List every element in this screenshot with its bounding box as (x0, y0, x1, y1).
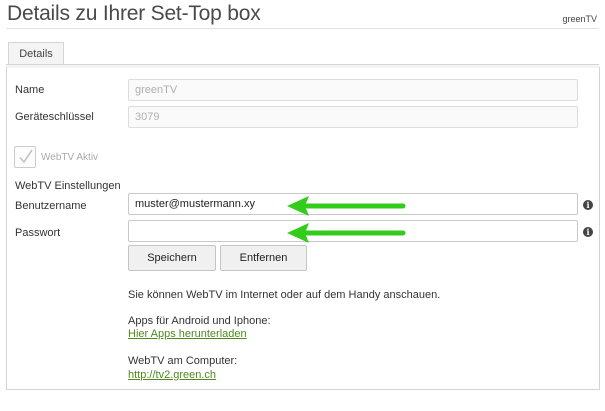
device-key-field[interactable] (128, 106, 578, 128)
computer-info-text: WebTV am Computer: (128, 355, 238, 367)
save-button[interactable]: Speichern (128, 245, 216, 271)
tab-details[interactable]: Details (8, 42, 64, 66)
apps-info-text: Apps für Android und Iphone: (128, 315, 271, 327)
checkmark-icon (19, 149, 33, 164)
watch-info-text: Sie können WebTV im Internet oder auf de… (128, 289, 441, 301)
info-icon[interactable]: i (583, 200, 593, 210)
webtv-active-checkbox[interactable] (14, 146, 36, 168)
computer-url-link[interactable]: http://tv2.green.ch (128, 369, 216, 381)
arrow-left-icon (287, 223, 406, 243)
webtv-settings-heading: WebTV Einstellungen (15, 180, 121, 192)
name-field[interactable] (128, 79, 578, 101)
remove-button[interactable]: Entfernen (220, 245, 307, 271)
name-label: Name (15, 84, 45, 96)
apps-download-link[interactable]: Hier Apps herunterladen (128, 328, 247, 340)
arrow-left-icon (287, 196, 406, 216)
device-key-label: Geräteschlüssel (15, 111, 94, 123)
brand-label: greenTV (562, 14, 597, 24)
password-label: Passwort (15, 227, 61, 239)
page-title: Details zu Ihrer Set-Top box (7, 2, 261, 25)
info-icon[interactable]: i (583, 227, 593, 237)
title-divider (6, 28, 599, 29)
username-label: Benutzername (15, 200, 87, 212)
webtv-active-label: WebTV Aktiv (41, 152, 99, 163)
